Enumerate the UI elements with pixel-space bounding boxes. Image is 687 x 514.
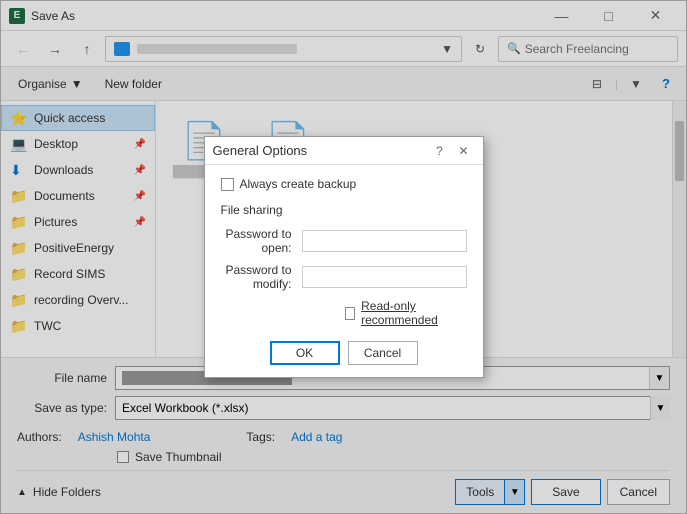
password-open-input[interactable] (302, 230, 467, 252)
password-open-label: Password to open: (221, 227, 298, 255)
password-open-row: Password to open: (221, 227, 467, 255)
modal-cancel-button[interactable]: Cancel (348, 341, 418, 365)
readonly-checkbox[interactable] (345, 307, 356, 320)
modal-overlay: General Options ? ✕ Always create backup… (1, 1, 686, 513)
modal-actions: OK Cancel (221, 337, 467, 365)
modal-help-button[interactable]: ? (429, 140, 451, 162)
modal-title: General Options (213, 143, 308, 158)
save-as-window: E Save As — □ ✕ ← → ↑ ▼ ↻ 🔍 Organise (0, 0, 687, 514)
password-modify-label: Password to modify: (221, 263, 298, 291)
modal-ok-button[interactable]: OK (270, 341, 340, 365)
readonly-label: Read-only recommended (361, 299, 466, 327)
modal-title-bar: General Options ? ✕ (205, 137, 483, 165)
always-backup-checkbox[interactable] (221, 178, 234, 191)
always-backup-label: Always create backup (240, 177, 357, 191)
always-backup-row: Always create backup (221, 177, 467, 191)
password-modify-row: Password to modify: (221, 263, 467, 291)
modal-content: Always create backup File sharing Passwo… (205, 165, 483, 377)
general-options-dialog: General Options ? ✕ Always create backup… (204, 136, 484, 378)
file-sharing-title: File sharing (221, 203, 467, 217)
readonly-row: Read-only recommended (345, 299, 467, 327)
password-modify-input[interactable] (302, 266, 467, 288)
modal-close-button[interactable]: ✕ (453, 140, 475, 162)
modal-title-buttons: ? ✕ (429, 140, 475, 162)
